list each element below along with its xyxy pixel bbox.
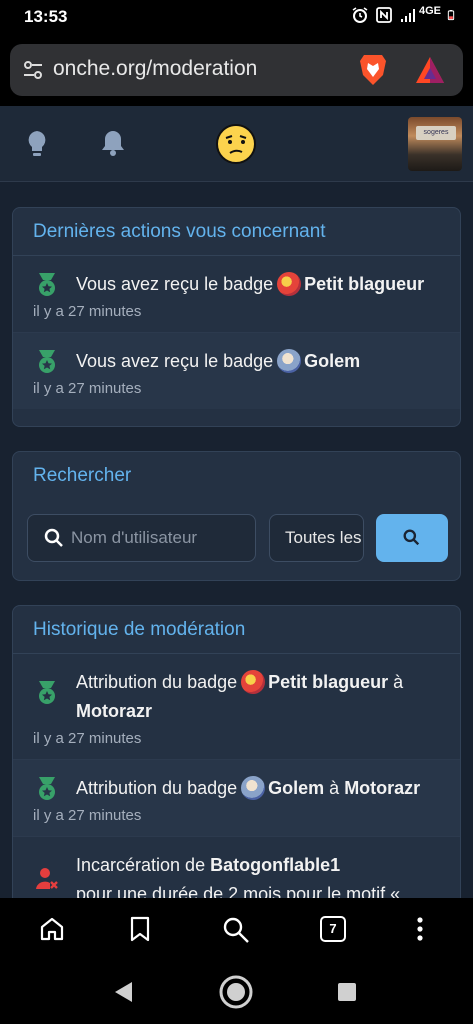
status-time: 13:53 <box>24 7 68 26</box>
page-content: Dernières actions vous concernant Vous a… <box>0 182 473 898</box>
history-text: Incarcération de Batogonflable1 pour une … <box>76 851 448 898</box>
badge-name[interactable]: Petit blagueur <box>304 274 424 294</box>
action-text: Vous avez reçu le badge Petit blagueur <box>76 270 448 299</box>
search-button[interactable] <box>376 514 448 562</box>
history-joiner: à <box>329 778 340 798</box>
recent-actions-card: Dernières actions vous concernant Vous a… <box>12 207 461 427</box>
list-item: Attribution du badge Golem à Motorazr il … <box>13 760 460 837</box>
history-text: Attribution du badge Petit blagueur à Mot… <box>76 668 448 726</box>
action-text: Vous avez reçu le badge Golem <box>76 347 448 376</box>
history-joiner: à <box>393 672 404 692</box>
home-circle-icon[interactable] <box>218 974 254 1010</box>
list-item: Incarcération de Batogonflable1 pour une … <box>13 837 460 898</box>
search-icon <box>403 529 420 546</box>
badge-petit-blagueur-icon <box>277 272 302 296</box>
nfc-icon <box>376 7 392 23</box>
list-item: Attribution du badge Petit blagueur à Mot… <box>13 654 460 760</box>
list-item: Vous avez reçu le badge Petit blagueur il… <box>13 256 460 333</box>
home-icon[interactable] <box>39 916 65 942</box>
search-icon[interactable] <box>222 916 250 944</box>
history-user[interactable]: Motorazr <box>344 778 420 798</box>
badge-medal-icon <box>39 350 55 373</box>
badge-golem-icon <box>241 776 266 800</box>
battery-icon <box>447 10 455 21</box>
badge-name[interactable]: Golem <box>304 351 360 371</box>
badge-medal-icon <box>39 273 55 296</box>
badge-medal-icon <box>39 681 55 704</box>
search-placeholder: Nom d'utilisateur <box>71 528 198 547</box>
history-time: il y a 27 minutes <box>33 807 142 824</box>
history-prefix: Incarcération de <box>76 855 206 875</box>
action-time: il y a 27 minutes <box>33 380 142 397</box>
signal-icon <box>400 9 415 22</box>
history-user[interactable]: Motorazr <box>76 701 152 721</box>
more-menu-icon[interactable] <box>416 916 424 942</box>
user-avatar[interactable]: sogeres <box>408 117 462 171</box>
select-value: Toutes les <box>285 528 362 547</box>
bookmark-icon[interactable] <box>129 916 151 942</box>
badge-name[interactable]: Golem <box>268 778 324 798</box>
search-row: Nom d'utilisateur Toutes les <box>13 500 460 580</box>
address-bar[interactable]: onche.org/moderation <box>10 44 463 96</box>
network-type: 4GE <box>418 5 441 17</box>
list-item: Vous avez reçu le badge Golem il y a 27 m… <box>13 333 460 409</box>
notification-bell-icon[interactable] <box>100 129 126 157</box>
lightbulb-icon[interactable] <box>26 130 48 158</box>
badge-medal-icon <box>39 777 55 800</box>
search-title: Rechercher <box>33 465 132 486</box>
username-search-input[interactable]: Nom d'utilisateur <box>27 514 256 562</box>
tab-count-button[interactable]: 7 <box>320 916 346 942</box>
browser-toolbar: onche.org/moderation <box>0 34 473 106</box>
recent-actions-title: Dernières actions vous concernant <box>13 208 460 256</box>
system-navigation-bar <box>0 960 473 1024</box>
action-prefix: Vous avez reçu le badge <box>76 351 274 371</box>
brave-rewards-icon[interactable] <box>414 55 446 85</box>
status-icons: 4GE <box>351 5 459 24</box>
action-time: il y a 27 minutes <box>33 303 142 320</box>
url-text[interactable]: onche.org/moderation <box>53 57 257 81</box>
moderation-history-card: Historique de modération Attribution du … <box>12 605 461 898</box>
history-prefix: Attribution du badge <box>76 778 238 798</box>
site-settings-icon[interactable] <box>22 59 44 81</box>
brave-shields-icon[interactable] <box>358 53 388 87</box>
history-line2: pour une durée de 2 mois pour le motif « <box>76 884 401 898</box>
browser-bottom-bar: 7 <box>0 898 473 960</box>
badge-name[interactable]: Petit blagueur <box>268 672 388 692</box>
badge-golem-icon <box>277 349 302 373</box>
history-user[interactable]: Batogonflable1 <box>210 855 340 875</box>
history-time: il y a 27 minutes <box>33 730 142 747</box>
alarm-icon <box>352 7 368 23</box>
site-header: sogeres <box>0 106 473 182</box>
recents-icon[interactable] <box>337 982 357 1002</box>
back-icon[interactable] <box>112 980 134 1004</box>
action-type-select[interactable]: Toutes les <box>269 514 364 562</box>
site-logo-smiley-icon[interactable] <box>215 123 257 165</box>
history-title: Historique de modération <box>13 606 460 654</box>
search-icon <box>44 528 63 547</box>
avatar-sign: sogeres <box>416 126 456 140</box>
user-ban-icon <box>36 868 58 889</box>
action-prefix: Vous avez reçu le badge <box>76 274 274 294</box>
status-bar: 13:53 4GE <box>0 0 473 34</box>
badge-petit-blagueur-icon <box>241 670 266 694</box>
history-prefix: Attribution du badge <box>76 672 238 692</box>
history-text: Attribution du badge Golem à Motorazr <box>76 774 448 803</box>
search-card: Rechercher Nom d'utilisateur Toutes les <box>12 451 461 581</box>
